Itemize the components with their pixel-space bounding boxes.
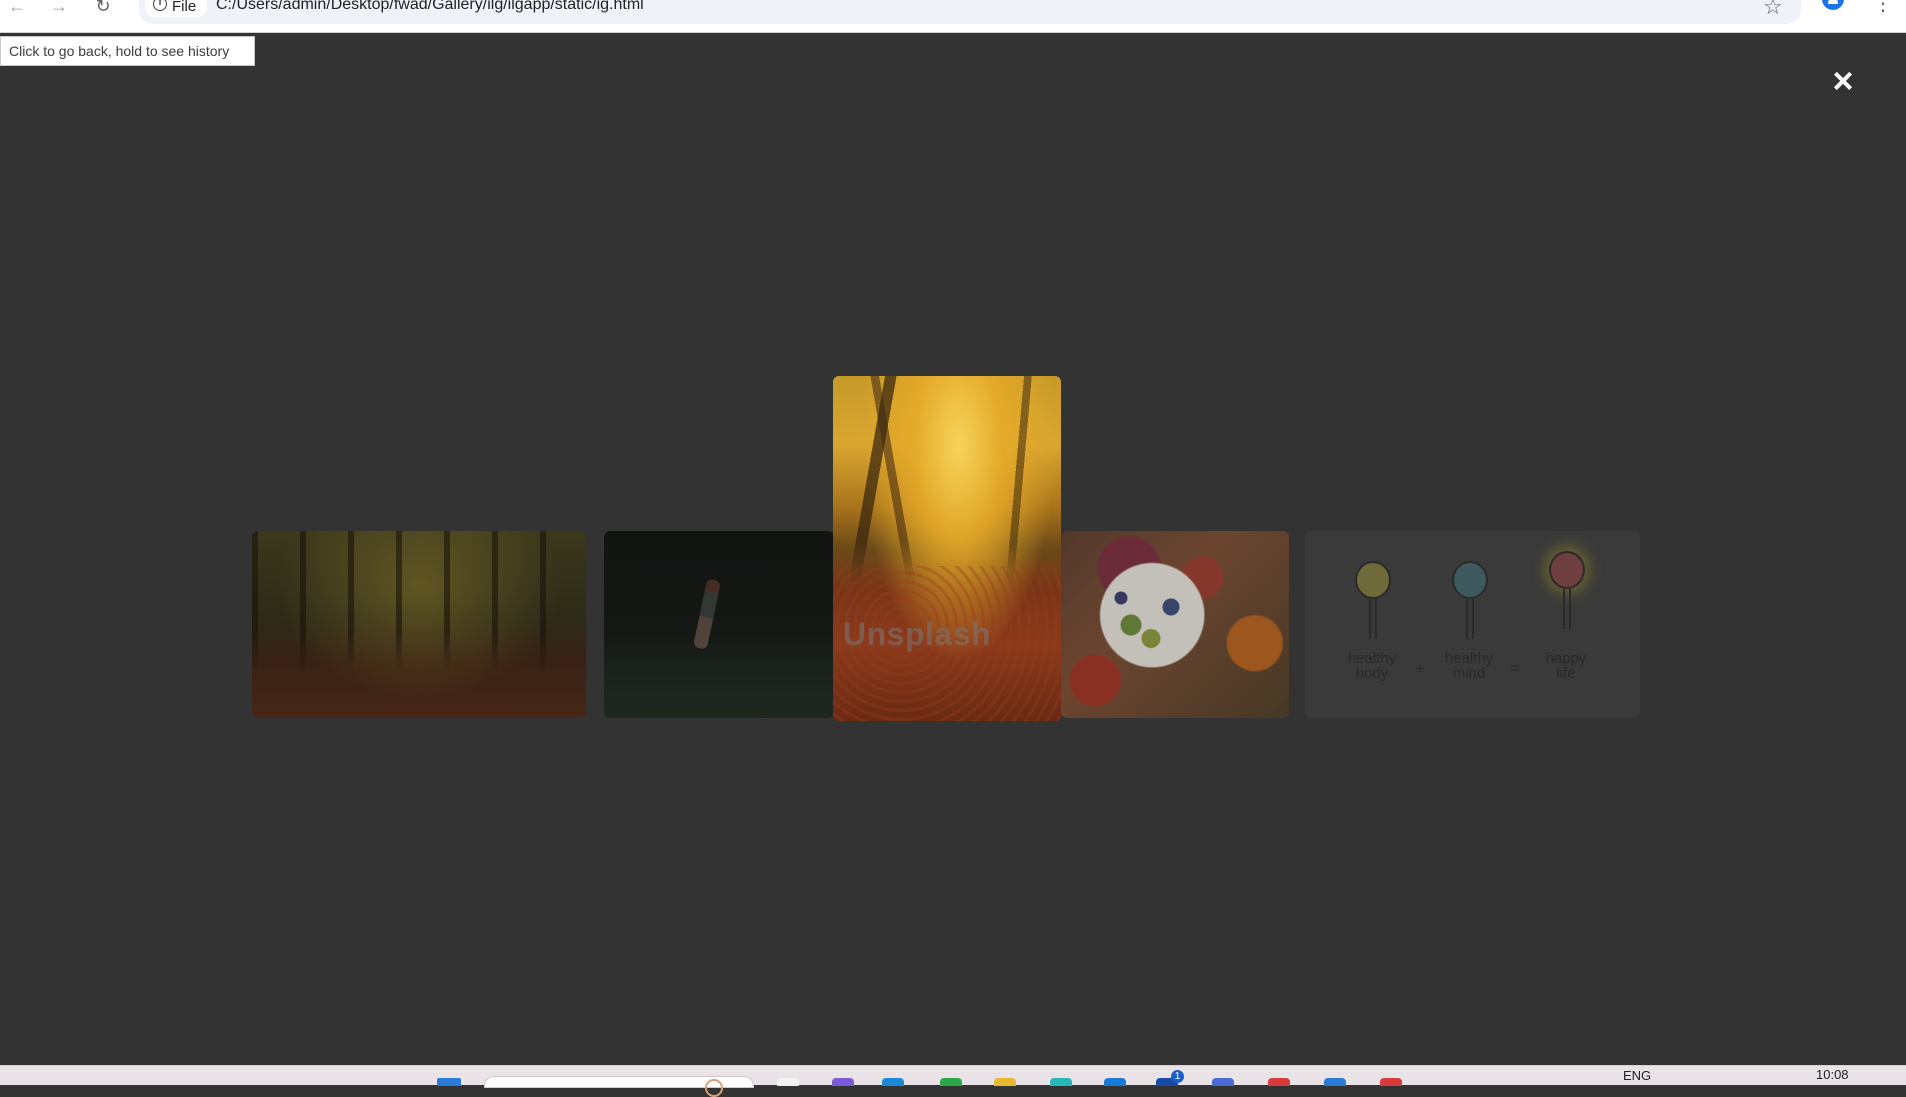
clock[interactable]: 10:08 bbox=[1816, 1067, 1849, 1082]
notification-badge: 1 bbox=[1171, 1070, 1184, 1083]
unsplash-watermark: Unsplash bbox=[843, 616, 992, 652]
health-label-mind: healthy mind bbox=[1444, 650, 1494, 682]
language-indicator[interactable]: ENG bbox=[1623, 1068, 1651, 1083]
taskbar-search-box[interactable] bbox=[484, 1076, 754, 1097]
search-highlight-icon bbox=[705, 1079, 723, 1097]
health-label-life: happy life bbox=[1545, 650, 1587, 682]
carousel-image-autumn-forest-dim[interactable] bbox=[252, 531, 586, 718]
windows-taskbar: 1 ENG 10:08 bbox=[0, 1065, 1906, 1097]
equals-sign: = bbox=[1510, 659, 1520, 678]
lightbox-carousel: healthy body + healthy mind = happy life… bbox=[0, 0, 1906, 1085]
health-label-body: healthy body bbox=[1347, 650, 1397, 682]
close-icon[interactable]: × bbox=[1828, 63, 1858, 99]
plus-sign: + bbox=[1415, 659, 1425, 678]
carousel-image-autumn-forest-active[interactable]: Unsplash bbox=[833, 376, 1061, 721]
carousel-image-fruit-bowl[interactable] bbox=[1061, 531, 1289, 718]
happy-life-figure bbox=[1537, 551, 1597, 661]
carousel-image-runner[interactable] bbox=[604, 531, 834, 718]
carousel-image-healthy-life[interactable]: healthy body + healthy mind = happy life bbox=[1305, 531, 1640, 718]
runner-figure bbox=[692, 578, 722, 650]
